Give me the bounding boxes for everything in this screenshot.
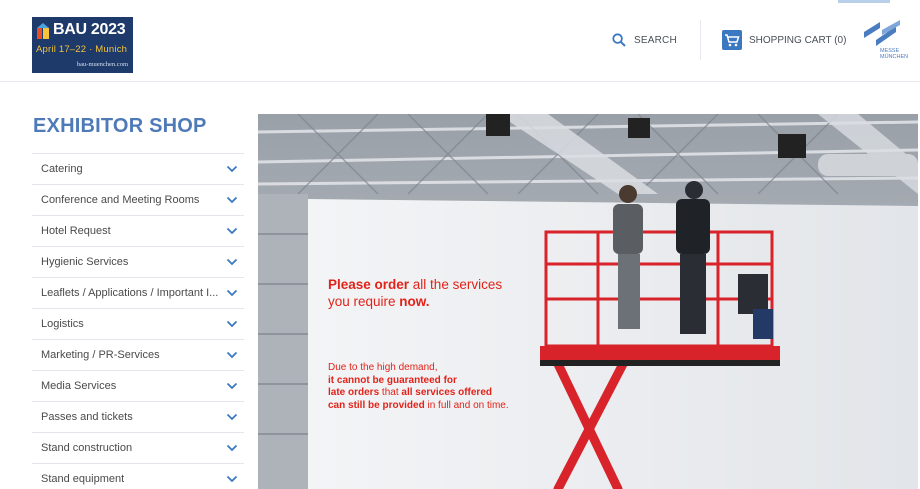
hero-line2-pre: you require — [328, 294, 400, 309]
search-button[interactable]: SEARCH — [612, 30, 677, 50]
sidebar-item[interactable]: Passes and tickets — [32, 402, 244, 433]
chevron-down-icon[interactable] — [226, 289, 238, 297]
logo-title: BAU 2023 — [53, 21, 126, 38]
header-accent-bar — [838, 0, 890, 3]
hero-message: Please order all the services you requir… — [328, 276, 568, 412]
bau-house-icon — [37, 23, 49, 39]
sidebar-item-label: Conference and Meeting Rooms — [41, 194, 200, 206]
sidebar-item-label: Logistics — [41, 318, 84, 330]
chevron-down-icon[interactable] — [226, 351, 238, 359]
sidebar-item-label: Marketing / PR-Services — [41, 349, 160, 361]
sidebar-item[interactable]: Hygienic Services — [32, 247, 244, 278]
hero-line2-bold: now. — [399, 294, 430, 309]
hero-line1-bold: Please order — [328, 277, 410, 292]
sidebar-item[interactable]: Catering — [32, 154, 244, 185]
sidebar-item[interactable]: Media Services — [32, 371, 244, 402]
sidebar-item[interactable]: Stand construction — [32, 433, 244, 464]
hero-note-line4-bold: can still be provided — [328, 399, 425, 411]
chevron-down-icon[interactable] — [226, 382, 238, 390]
shopping-cart-icon — [722, 30, 742, 50]
chevron-down-icon[interactable] — [226, 475, 238, 483]
sidebar-item-label: Catering — [41, 163, 83, 175]
chevron-down-icon[interactable] — [226, 227, 238, 235]
shopping-cart-button[interactable]: SHOPPING CART (0) — [722, 28, 846, 52]
hero-note-line3-mid: that — [379, 387, 402, 398]
sidebar-item-label: Hotel Request — [41, 225, 111, 237]
site-header: BAU 2023 April 17–22 · Munich bau-muench… — [0, 0, 920, 82]
chevron-down-icon[interactable] — [226, 196, 238, 204]
hero-banner: Please order all the services you requir… — [258, 114, 918, 489]
hero-note: Due to the high demand, it cannot be gua… — [328, 362, 568, 412]
messe-label-2: MÜNCHEN — [880, 54, 909, 60]
hero-note-line1: Due to the high demand, — [328, 362, 438, 373]
bau-logo[interactable]: BAU 2023 April 17–22 · Munich bau-muench… — [32, 17, 133, 73]
logo-url: bau-muenchen.com — [76, 61, 128, 68]
chevron-down-icon[interactable] — [226, 413, 238, 421]
sidebar-item[interactable]: Marketing / PR-Services — [32, 340, 244, 371]
category-menu: Catering Conference and Meeting Rooms Hote… — [32, 153, 244, 489]
chevron-down-icon[interactable] — [226, 165, 238, 173]
sidebar-item[interactable]: Logistics — [32, 309, 244, 340]
messe-muenchen-logo[interactable]: MESSE MÜNCHEN — [862, 20, 914, 64]
hero-note-line2: it cannot be guaranteed for — [328, 374, 457, 386]
sidebar-item[interactable]: Hotel Request — [32, 216, 244, 247]
messe-logo-text: MESSE MÜNCHEN — [880, 48, 908, 60]
hero-headline: Please order all the services you requir… — [328, 276, 568, 310]
sidebar-item-label: Stand equipment — [41, 473, 125, 485]
logo-dates: April 17–22 · Munich — [36, 44, 128, 55]
sidebar-item-label: Leaflets / Applications / Important I... — [41, 287, 219, 299]
sidebar-item[interactable]: Conference and Meeting Rooms — [32, 185, 244, 216]
sidebar-item-label: Stand construction — [41, 442, 133, 454]
header-divider — [700, 20, 701, 60]
hero-note-line3-bold2: all services offered — [401, 387, 492, 398]
hero-line1-rest: all the services — [409, 277, 503, 292]
sidebar-item[interactable]: Stand equipment — [32, 464, 244, 489]
hero-note-line3-bold: late orders — [328, 387, 380, 398]
shopping-cart-label: SHOPPING CART (0) — [749, 34, 847, 46]
hero-note-line4-rest: in full and on time. — [424, 399, 509, 411]
search-label: SEARCH — [634, 34, 677, 46]
sidebar-item-label: Media Services — [41, 380, 117, 392]
page-title: EXHIBITOR SHOP — [33, 115, 207, 137]
chevron-down-icon[interactable] — [226, 320, 238, 328]
sidebar-item-label: Passes and tickets — [41, 411, 133, 423]
chevron-down-icon[interactable] — [226, 258, 238, 266]
search-icon — [612, 33, 626, 47]
sidebar-item[interactable]: Leaflets / Applications / Important I... — [32, 278, 244, 309]
sidebar-item-label: Hygienic Services — [41, 256, 129, 268]
chevron-down-icon[interactable] — [226, 444, 238, 452]
messe-logo-icon — [864, 20, 900, 46]
